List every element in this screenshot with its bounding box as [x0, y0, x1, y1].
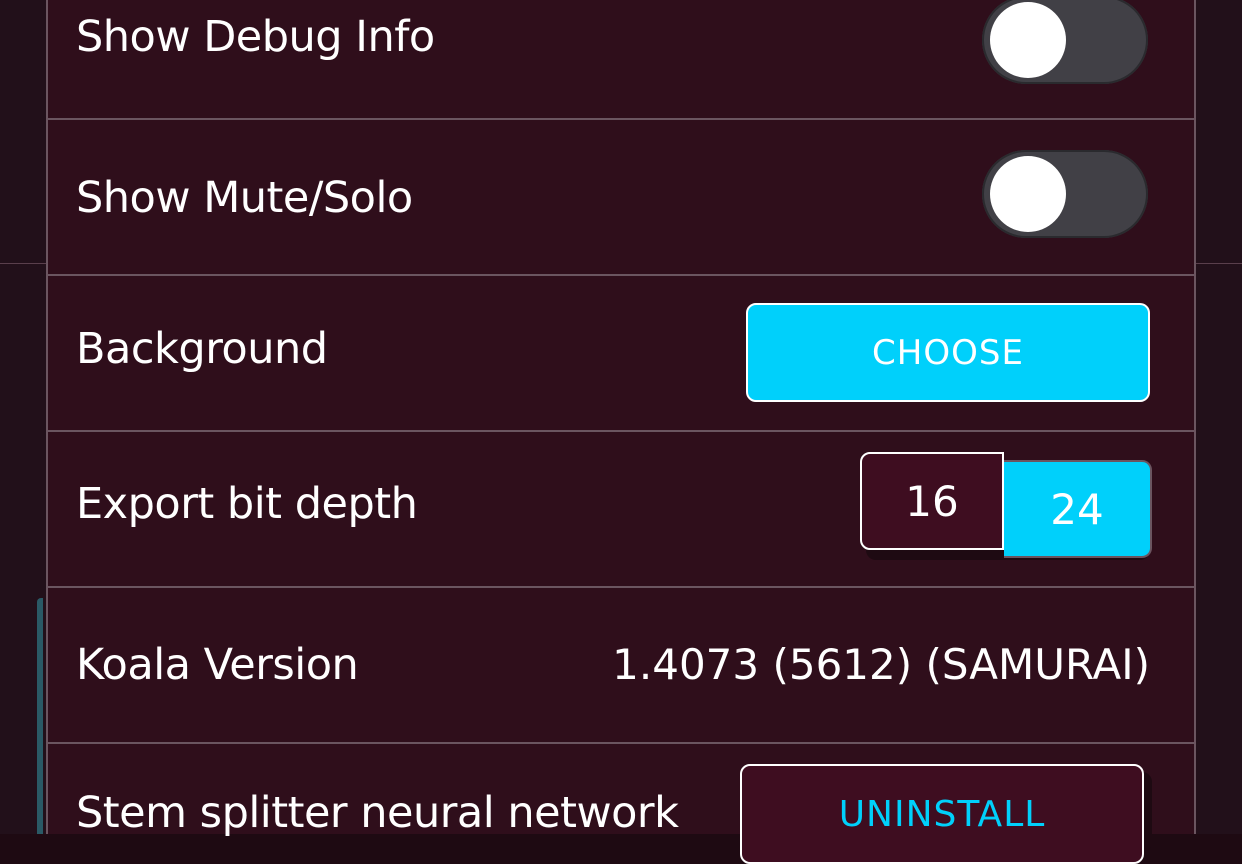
settings-row-mute-solo: Show Mute/Solo	[48, 120, 1194, 276]
background-divider-left	[0, 263, 46, 264]
choose-background-button[interactable]: CHOOSE	[746, 303, 1150, 402]
debug-info-label: Show Debug Info	[76, 12, 435, 62]
toggle-knob	[990, 156, 1066, 232]
background-divider-right	[1196, 263, 1242, 264]
background-label: Background	[76, 324, 328, 374]
stem-splitter-label: Stem splitter neural network	[76, 788, 679, 838]
uninstall-stem-splitter-button[interactable]: UNINSTALL	[740, 764, 1144, 864]
settings-row-debug-info: Show Debug Info	[48, 0, 1194, 120]
mute-solo-label: Show Mute/Solo	[76, 173, 413, 223]
export-bit-depth-label: Export bit depth	[76, 479, 418, 529]
koala-version-value: 1.4073 (5612) (SAMURAI)	[612, 640, 1150, 689]
koala-version-label: Koala Version	[76, 640, 359, 690]
debug-info-toggle[interactable]	[982, 0, 1148, 84]
bit-depth-option-24[interactable]: 24	[1004, 460, 1152, 558]
background-right-strip	[1196, 0, 1242, 834]
settings-row-koala-version: Koala Version 1.4073 (5612) (SAMURAI)	[48, 588, 1194, 744]
settings-panel: Show Debug Info Show Mute/Solo Backgroun…	[46, 0, 1196, 864]
toggle-knob	[990, 2, 1066, 78]
bit-depth-option-16[interactable]: 16	[860, 452, 1004, 550]
mute-solo-toggle[interactable]	[982, 150, 1148, 238]
background-track-edge	[37, 598, 43, 834]
